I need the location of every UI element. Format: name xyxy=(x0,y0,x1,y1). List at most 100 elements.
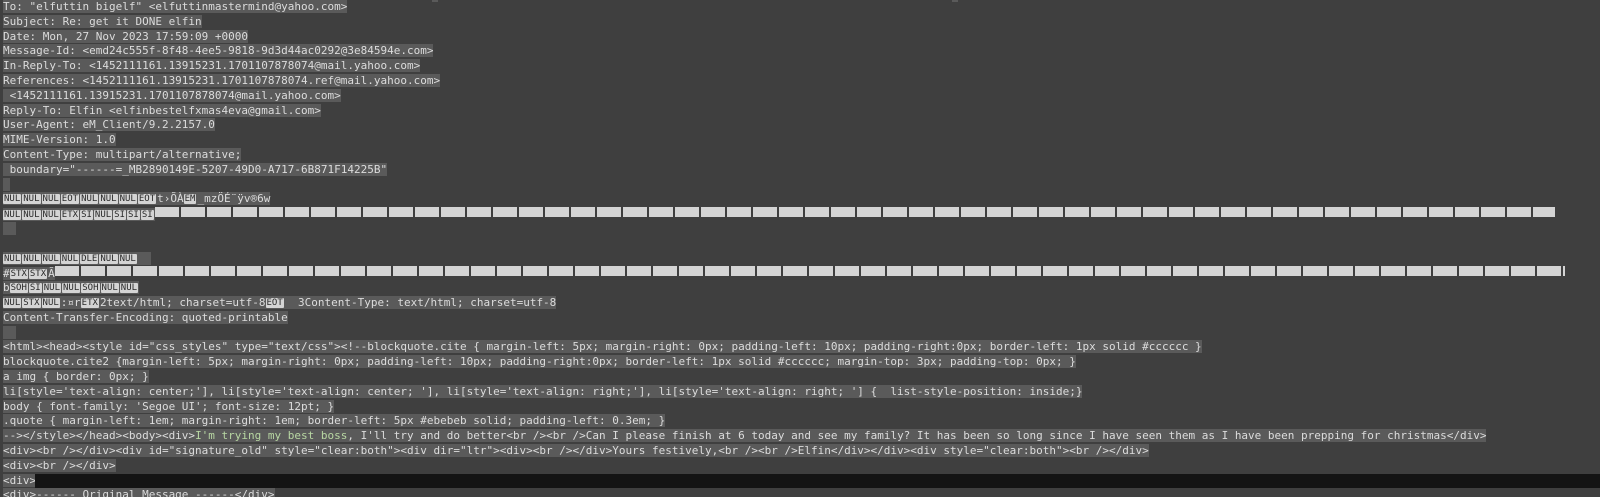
binary-text: # xyxy=(3,267,10,281)
header-line-text: Date: Mon, 27 Nov 2023 17:59:09 +0000 xyxy=(3,29,249,43)
binary-text: t›ÕÀ xyxy=(157,192,184,206)
control-char: SOH xyxy=(81,283,100,294)
binary-row-7: NUL STX NUL:¤rETX 2text/html; charset=utf-8… xyxy=(0,295,1600,311)
control-char: NUL xyxy=(62,283,81,294)
blank-line xyxy=(0,325,1600,341)
header-line: MIME-Version: 1.0 xyxy=(0,133,1600,148)
control-char: NUL xyxy=(100,283,119,294)
control-char: SI xyxy=(127,210,140,221)
binary-row-2: NUL NUL NUL ETX SI NUL SI SI SI xyxy=(0,207,1600,222)
control-char: EOT xyxy=(60,194,80,205)
body-prefix: --></style></head><body><div> xyxy=(3,429,196,443)
header-line-text: Content-Type: multipart/alternative; xyxy=(3,147,242,161)
transfer-encoding-text: Content-Transfer-Encoding: quoted-printa… xyxy=(3,310,288,324)
header-line: User-Agent: eM_Client/9.2.2157.0 xyxy=(0,118,1600,133)
binary-text: b xyxy=(3,281,10,295)
binary-text: 3Content-Type: text/html; charset=utf-8 xyxy=(284,295,557,309)
binary-text: Ã xyxy=(48,267,55,281)
cursor-line-text: <div> xyxy=(3,473,37,487)
control-char: NUL xyxy=(41,210,60,221)
header-line: Date: Mon, 27 Nov 2023 17:59:09 +0000 xyxy=(0,29,1600,45)
header-line: Subject: Re: get it DONE elfin xyxy=(0,14,1600,30)
html-source-line: blockquote.cite2 {margin-left: 5px; marg… xyxy=(0,355,1600,370)
control-char: NUL xyxy=(41,297,60,308)
binary-text: :¤r xyxy=(60,295,81,309)
binary-row-4: NUL NUL NUL NUL DLE NUL NUL xyxy=(0,251,1600,267)
original-message-line: <div>------ Original Message ------</div… xyxy=(0,488,1600,497)
binary-row-6: bSOH SI NUL NUL SOH NUL NUL xyxy=(0,281,1600,296)
body-suffix: , I'll try and do better<br /><br />Can … xyxy=(347,429,1487,443)
header-line-text: Message-Id: <emd24c555f-8f48-4ee5-9818-9… xyxy=(3,44,434,58)
control-char: ETX xyxy=(60,210,80,221)
blank-line xyxy=(0,177,1600,193)
html-source-line-text: body { font-family: 'Segoe UI'; font-siz… xyxy=(3,399,335,413)
control-char: NUL xyxy=(118,253,137,264)
html-source-line-text: li[style='text-align: center;'], li[styl… xyxy=(3,384,1083,398)
binary-row-5: #STX STX Ã xyxy=(0,266,1600,281)
original-message-text: <div>------ Original Message ------</div… xyxy=(3,488,275,497)
control-char: NUL xyxy=(80,194,99,205)
blank-line xyxy=(0,221,1600,237)
trailer-lines: <div><br /></div><div id="signature_old"… xyxy=(0,443,1600,474)
header-line-text: boundary="------=_MB2890149E-5207-49D0-A… xyxy=(3,162,388,176)
body-line: --></style></head><body><div>I'm trying … xyxy=(0,429,1600,444)
control-char: NUL xyxy=(3,210,22,221)
current-line-highlight xyxy=(35,473,1600,489)
nul-run xyxy=(154,207,1555,218)
control-char: NUL xyxy=(3,253,22,264)
header-line-text: <1452111161.13915231.1701107878074@mail.… xyxy=(3,88,341,102)
header-line: Content-Type: multipart/alternative; xyxy=(0,147,1600,163)
control-char: STX xyxy=(9,269,28,280)
control-char: NUL xyxy=(3,297,22,308)
html-source-lines: <html><head><style id="css_styles" type=… xyxy=(0,340,1600,429)
control-char: NUL xyxy=(22,210,41,221)
control-char: NUL xyxy=(118,194,137,205)
control-char: NUL xyxy=(60,253,80,264)
control-char: NUL xyxy=(93,210,113,221)
html-source-line-text: a img { border: 0px; } xyxy=(3,369,149,383)
header-line-text: References: <1452111161.13915231.1701107… xyxy=(3,73,441,87)
control-char: NUL xyxy=(41,194,60,205)
trailer-line: <div><br /></div><div id="signature_old"… xyxy=(0,443,1600,459)
header-line-text: Reply-To: Elfin <elfinbestelfxmas4eva@gm… xyxy=(3,103,321,117)
header-line: Reply-To: Elfin <elfinbestelfxmas4eva@gm… xyxy=(0,103,1600,119)
transfer-encoding-line: Content-Transfer-Encoding: quoted-printa… xyxy=(0,310,1600,326)
header-line: <1452111161.13915231.1701107878074@mail.… xyxy=(0,88,1600,104)
control-char: DLE xyxy=(80,253,99,264)
nul-run xyxy=(54,266,1565,277)
html-source-line-text: .quote { margin-left: 1em; margin-right:… xyxy=(3,414,666,428)
html-source-line: a img { border: 0px; } xyxy=(0,369,1600,385)
control-char: NUL xyxy=(119,283,139,294)
control-char: EOT xyxy=(265,297,284,308)
header-line: References: <1452111161.13915231.1701107… xyxy=(0,73,1600,89)
header-line-text: MIME-Version: 1.0 xyxy=(3,133,116,147)
header-line: In-Reply-To: <1452111161.13915231.170110… xyxy=(0,59,1600,74)
control-char: STX xyxy=(22,297,41,308)
control-char: SI xyxy=(80,210,93,221)
control-char: STX xyxy=(28,269,48,280)
header-line-text: Subject: Re: get it DONE elfin xyxy=(3,14,202,28)
html-source-line-text: <html><head><style id="css_styles" type=… xyxy=(3,340,1202,354)
control-char: SOH xyxy=(9,283,28,294)
html-source-line-text: blockquote.cite2 {margin-left: 5px; marg… xyxy=(3,355,1076,369)
control-char: SI xyxy=(140,210,154,221)
trailer-line-text: <div><br /></div> xyxy=(3,458,116,472)
body-highlight: I'm trying my best boss xyxy=(195,429,348,443)
control-char: NUL xyxy=(41,253,60,264)
html-source-line: li[style='text-align: center;'], li[styl… xyxy=(0,384,1600,400)
control-char: NUL xyxy=(99,194,118,205)
control-char: NUL xyxy=(3,194,22,205)
control-char: NUL xyxy=(22,194,41,205)
cursor-line[interactable]: <div> xyxy=(0,473,1600,489)
control-char: EM xyxy=(183,194,197,205)
trailer-line: <div><br /></div> xyxy=(0,458,1600,474)
control-char: EOT xyxy=(137,194,157,205)
header-line-text: To: "elfuttin bigelf" <elfuttinmastermin… xyxy=(3,0,348,13)
email-headers: To: "elfuttin bigelf" <elfuttinmastermin… xyxy=(0,0,1600,178)
control-char: ETX xyxy=(80,297,99,308)
binary-row-1: NUL NUL NUL EOT NUL NUL NUL EOT t›ÕÀEM _mzÖÉ¨ÿv®6… xyxy=(0,192,1600,207)
control-char: SI xyxy=(28,283,42,294)
raw-message-viewer[interactable]: To: "elfuttin bigelf" <elfuttinmastermin… xyxy=(0,0,1600,497)
html-source-line: .quote { margin-left: 1em; margin-right:… xyxy=(0,414,1600,429)
